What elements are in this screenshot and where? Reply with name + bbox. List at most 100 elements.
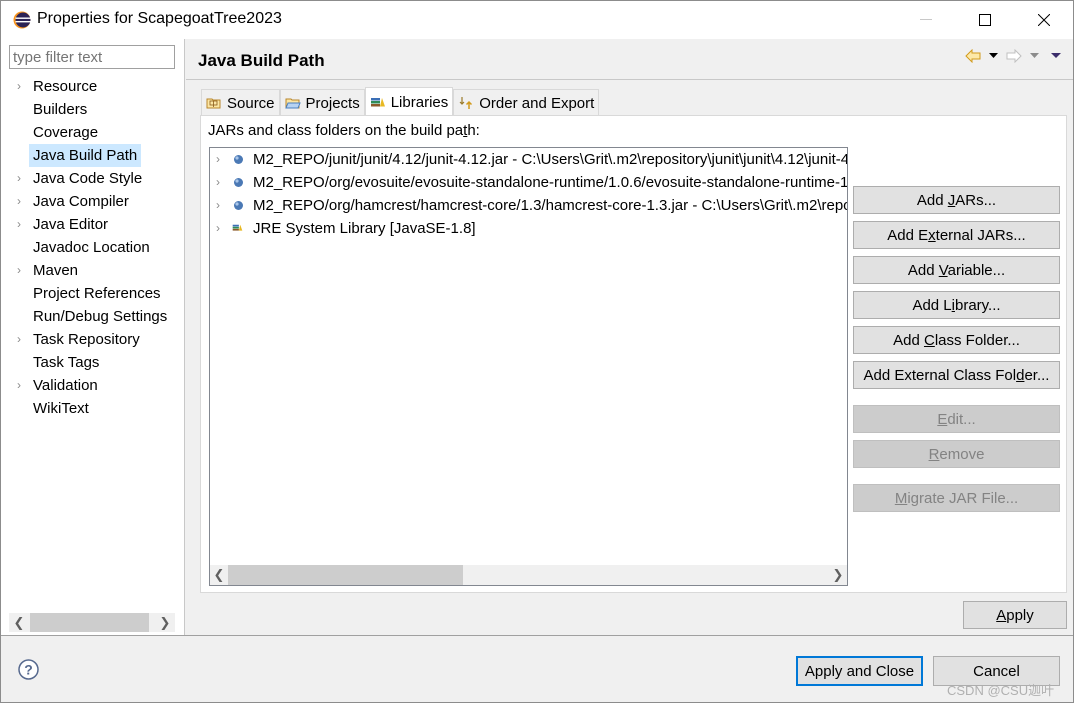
tree-item[interactable]: Run/Debug Settings <box>1 305 185 328</box>
build-path-entry[interactable]: › M2_REPO/junit/junit/4.12/junit-4.12.jar… <box>210 148 847 171</box>
button-label: Cancel <box>973 662 1020 680</box>
tree-item[interactable]: Coverage <box>1 121 185 144</box>
view-menu-icon[interactable] <box>1051 53 1061 59</box>
tree-item[interactable]: › Java Editor <box>1 213 185 236</box>
button-label: Edit... <box>937 410 976 428</box>
tree-item[interactable]: Task Tags <box>1 351 185 374</box>
maximize-button[interactable] <box>956 1 1014 39</box>
filter-input[interactable] <box>9 45 175 69</box>
chevron-right-icon[interactable]: › <box>17 213 21 236</box>
chevron-right-icon[interactable]: › <box>17 167 21 190</box>
apply-and-close-button[interactable]: Apply and Close <box>796 656 923 686</box>
tree-item[interactable]: Builders <box>1 98 185 121</box>
jar-variable-icon <box>234 178 243 187</box>
forward-arrow-icon[interactable] <box>1006 49 1022 63</box>
library-icon <box>232 224 243 231</box>
build-path-entries-list[interactable]: › M2_REPO/junit/junit/4.12/junit-4.12.jar… <box>209 147 848 586</box>
back-dropdown-icon[interactable] <box>989 53 998 59</box>
title-bar: Properties for ScapegoatTree2023 <box>1 1 1073 39</box>
caption-text: JARs and class folders on the build pa <box>208 122 464 139</box>
entry-label: M2_REPO/junit/junit/4.12/junit-4.12.jar … <box>253 151 848 168</box>
tree-item-label: Coverage <box>33 124 99 141</box>
tab-source[interactable]: Source <box>201 89 280 116</box>
tree-horizontal-scrollbar[interactable]: ❮ ❯ <box>9 613 175 632</box>
chevron-right-icon[interactable]: › <box>17 374 21 397</box>
tree-item[interactable]: › Validation <box>1 374 185 397</box>
chevron-right-icon[interactable]: › <box>17 259 21 282</box>
tree-item[interactable]: Javadoc Location <box>1 236 185 259</box>
eclipse-icon <box>13 11 31 29</box>
maximize-icon <box>979 14 991 26</box>
scroll-left-icon[interactable]: ❮ <box>210 565 228 585</box>
tree-item[interactable]: › Java Code Style <box>1 167 185 190</box>
chevron-right-icon[interactable]: › <box>216 171 220 194</box>
build-path-entry[interactable]: › M2_REPO/org/evosuite/evosuite-standalon… <box>210 171 847 194</box>
tree-item[interactable]: › Task Repository <box>1 328 185 351</box>
page-navigation <box>965 49 1061 63</box>
tree-item-label: Resource <box>33 78 98 95</box>
page-title: Java Build Path <box>198 51 325 70</box>
close-button[interactable] <box>1015 1 1073 39</box>
tab-label: Order and Export <box>479 94 595 112</box>
tab-order-and-export[interactable]: Order and Export <box>453 89 600 116</box>
add-library-button[interactable]: Add Library... <box>853 291 1060 319</box>
tab-label: Projects <box>305 94 360 112</box>
tree-item-label: Project References <box>33 285 161 302</box>
caption-text: h: <box>467 122 480 139</box>
tree-item[interactable]: WikiText <box>1 397 185 420</box>
add-variable-button[interactable]: Add Variable... <box>853 256 1060 284</box>
svg-text:?: ? <box>24 662 33 678</box>
build-path-caption: JARs and class folders on the build path… <box>208 122 480 139</box>
chevron-right-icon[interactable]: › <box>17 190 21 213</box>
button-label: Remove <box>928 445 985 463</box>
chevron-right-icon[interactable]: › <box>216 217 220 240</box>
tab-libraries[interactable]: Libraries <box>364 87 454 116</box>
button-label: Apply and Close <box>804 662 915 680</box>
minimize-button[interactable] <box>897 1 955 39</box>
tree-item-label: Maven <box>33 262 79 279</box>
add-external-class-folder-button[interactable]: Add External Class Folder... <box>853 361 1060 389</box>
edit-button[interactable]: Edit... <box>853 405 1060 433</box>
tree-item-label: Javadoc Location <box>33 239 150 256</box>
tree-item[interactable]: Project References <box>1 282 185 305</box>
entry-label: M2_REPO/org/hamcrest/hamcrest-core/1.3/h… <box>253 197 848 214</box>
tree-item[interactable]: Java Build Path <box>1 144 185 167</box>
libraries-tab-content: JARs and class folders on the build path… <box>200 115 1067 593</box>
button-label: Apply <box>996 606 1034 624</box>
dialog-footer: ? Apply and Close Cancel CSDN @CSU迦叶 <box>1 635 1073 702</box>
scroll-thumb[interactable] <box>228 565 463 585</box>
chevron-right-icon[interactable]: › <box>216 194 220 217</box>
back-arrow-icon[interactable] <box>965 49 981 63</box>
scroll-right-icon[interactable]: ❯ <box>155 613 175 632</box>
scroll-thumb[interactable] <box>30 613 149 632</box>
entry-label: M2_REPO/org/evosuite/evosuite-standalone… <box>253 174 848 191</box>
scroll-right-icon[interactable]: ❯ <box>829 565 847 585</box>
remove-button[interactable]: Remove <box>853 440 1060 468</box>
add-external-jars-button[interactable]: Add External JARs... <box>853 221 1060 249</box>
button-label: Add External Class Folder... <box>863 366 1050 384</box>
chevron-right-icon[interactable]: › <box>216 148 220 171</box>
tree-item-label: Builders <box>33 101 88 118</box>
tree-item-label: Java Code Style <box>33 170 143 187</box>
scroll-left-icon[interactable]: ❮ <box>9 613 29 632</box>
add-class-folder-button[interactable]: Add Class Folder... <box>853 326 1060 354</box>
help-icon[interactable]: ? <box>18 659 39 680</box>
chevron-right-icon[interactable]: › <box>17 328 21 351</box>
tree-item-label: Java Build Path <box>29 144 142 167</box>
button-label: Add Variable... <box>907 261 1006 279</box>
watermark: CSDN @CSU迦叶 <box>947 683 1055 698</box>
forward-dropdown-icon[interactable] <box>1030 53 1039 59</box>
build-path-entry[interactable]: › JRE System Library [JavaSE-1.8] <box>210 217 847 240</box>
tab-label: Source <box>227 94 275 112</box>
tree-item[interactable]: › Resource <box>1 75 185 98</box>
tree-item[interactable]: › Java Compiler <box>1 190 185 213</box>
build-path-entry[interactable]: › M2_REPO/org/hamcrest/hamcrest-core/1.3/… <box>210 194 847 217</box>
tab-projects[interactable]: Projects <box>279 89 365 116</box>
list-horizontal-scrollbar[interactable]: ❮ ❯ <box>210 565 847 585</box>
migrate-jar-file-button[interactable]: Migrate JAR File... <box>853 484 1060 512</box>
add-jars-button[interactable]: Add JARs... <box>853 186 1060 214</box>
apply-button[interactable]: Apply <box>963 601 1067 629</box>
tree-item[interactable]: › Maven <box>1 259 185 282</box>
window-title: Properties for ScapegoatTree2023 <box>37 10 282 27</box>
chevron-right-icon[interactable]: › <box>17 75 21 98</box>
